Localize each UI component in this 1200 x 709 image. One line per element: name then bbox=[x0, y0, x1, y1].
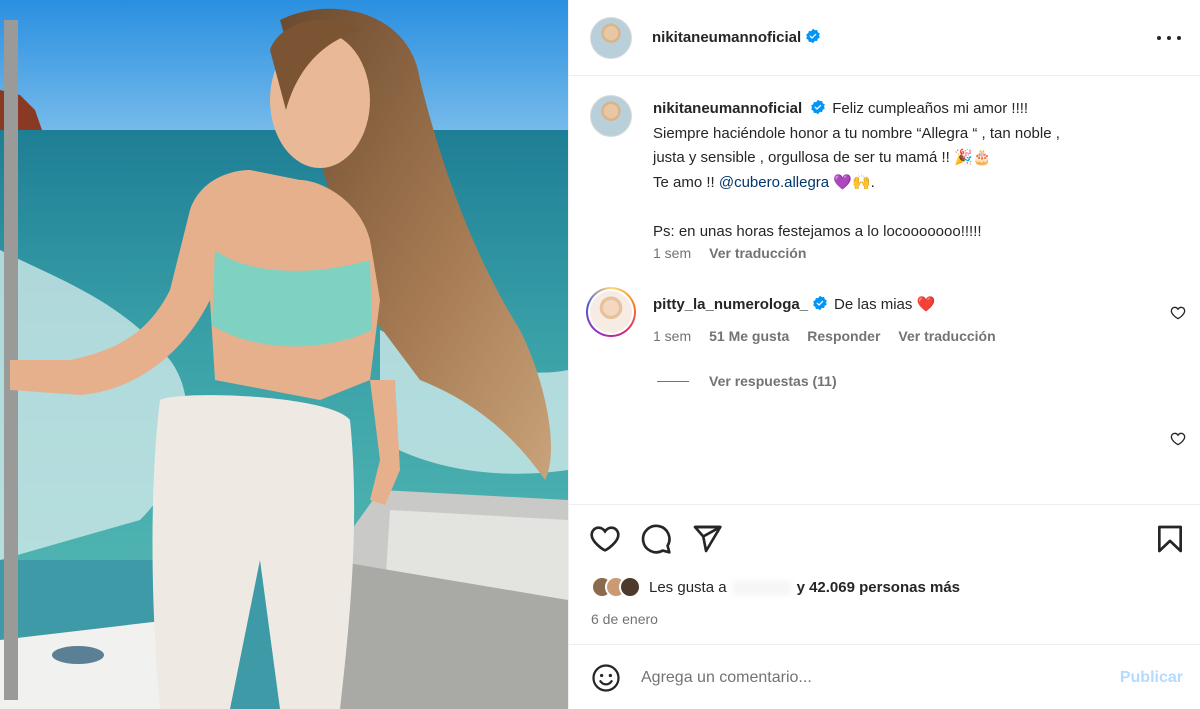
bookmark-icon[interactable] bbox=[1154, 523, 1186, 555]
comment-time[interactable]: 1 sem bbox=[653, 328, 691, 344]
comment-like-icon[interactable] bbox=[1170, 305, 1186, 321]
likes-count[interactable]: y 42.069 personas más bbox=[797, 579, 960, 596]
comment-input[interactable] bbox=[641, 665, 1101, 691]
post-panel: nikitaneumannoficial nikitaneumannoficia… bbox=[568, 0, 1200, 709]
more-options-icon[interactable] bbox=[1157, 28, 1181, 48]
likes-row: Les gusta a y 42.069 personas más bbox=[591, 576, 960, 598]
post-header: nikitaneumannoficial bbox=[569, 0, 1200, 76]
replies-divider bbox=[657, 381, 689, 382]
likes-prefix: Les gusta a bbox=[649, 578, 727, 596]
verified-badge-icon bbox=[811, 99, 825, 115]
comment-row: pitty_la_numerologa_ De las mias ❤️ bbox=[653, 295, 935, 313]
caption-username[interactable]: nikitaneumannoficial bbox=[653, 100, 802, 117]
caption-line-2: Siempre haciéndole honor a tu nombre “Al… bbox=[653, 124, 1060, 142]
caption-time[interactable]: 1 sem bbox=[653, 245, 691, 261]
owner-name-row: nikitaneumannoficial bbox=[652, 28, 821, 47]
caption-line-4: Te amo !! @cubero.allegra 💜🙌. bbox=[653, 171, 1173, 196]
comment-text: De las mias ❤️ bbox=[834, 296, 936, 313]
owner-avatar[interactable] bbox=[590, 17, 632, 59]
caption-line-3: justa y sensible , orgullosa de ser tu m… bbox=[653, 149, 992, 166]
mention-link[interactable]: @cubero.allegra bbox=[719, 174, 829, 191]
comment-likes[interactable]: 51 Me gusta bbox=[709, 328, 789, 344]
caption-avatar[interactable] bbox=[590, 95, 632, 137]
post-photo bbox=[0, 0, 568, 709]
caption-line-5: Ps: en unas horas festejamos a lo locooo… bbox=[653, 222, 982, 240]
comments-area: nikitaneumannoficial Feliz cumpleaños mi … bbox=[569, 77, 1200, 504]
caption-line-4-suffix: 💜🙌. bbox=[829, 173, 875, 191]
caption-text-line-1: Feliz cumpleaños mi amor !!!! bbox=[832, 100, 1029, 117]
liker-avatar bbox=[619, 576, 641, 598]
comment-box: Publicar bbox=[569, 644, 1200, 709]
reply-button[interactable]: Responder bbox=[807, 328, 880, 344]
view-replies-button[interactable]: Ver respuestas (11) bbox=[709, 373, 837, 389]
blurred-username bbox=[732, 580, 791, 595]
publish-button[interactable]: Publicar bbox=[1120, 669, 1183, 687]
comment-like-icon-2[interactable] bbox=[1170, 431, 1186, 447]
heart-icon[interactable] bbox=[589, 523, 621, 555]
comment-icon[interactable] bbox=[640, 523, 672, 555]
emoji-icon[interactable] bbox=[591, 663, 621, 693]
caption: nikitaneumannoficial Feliz cumpleaños mi … bbox=[653, 97, 1173, 244]
owner-username[interactable]: nikitaneumannoficial bbox=[652, 29, 801, 46]
post-date[interactable]: 6 de enero bbox=[591, 611, 658, 627]
post-actions: Les gusta a y 42.069 personas más 6 de en… bbox=[569, 504, 1200, 644]
verified-badge-icon bbox=[806, 28, 820, 44]
caption-translate-link[interactable]: Ver traducción bbox=[709, 245, 806, 261]
caption-meta: 1 sem Ver traducción bbox=[653, 245, 824, 261]
likes-text[interactable]: Les gusta a y 42.069 personas más bbox=[649, 579, 960, 596]
share-icon[interactable] bbox=[691, 523, 723, 555]
caption-line-1: nikitaneumannoficial Feliz cumpleaños mi … bbox=[653, 97, 1173, 122]
commenter-avatar[interactable] bbox=[586, 287, 636, 337]
caption-line-4-prefix: Te amo !! bbox=[653, 173, 719, 191]
comment-meta: 1 sem 51 Me gusta Responder Ver traducción bbox=[653, 328, 1014, 344]
commenter-username[interactable]: pitty_la_numerologa_ bbox=[653, 296, 808, 313]
comment-translate-link[interactable]: Ver traducción bbox=[898, 328, 995, 344]
verified-badge-icon bbox=[813, 295, 827, 311]
